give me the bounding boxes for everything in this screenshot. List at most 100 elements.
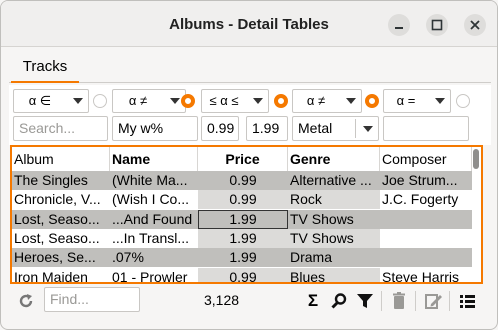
name-filter-input[interactable]: My w% [112,116,198,141]
menu-button[interactable] [456,290,478,312]
combo-divider [355,119,356,138]
price-filter-toggle[interactable] [274,94,288,108]
cell-album[interactable]: Lost, Seaso... [12,209,110,229]
cell-name[interactable]: (White Ma... [110,171,198,190]
cell-name[interactable]: 01 - Prowler [110,267,198,282]
cell-composer[interactable]: J.C. Fogerty [380,190,472,210]
cell-genre[interactable]: Drama [288,248,380,268]
cell-price[interactable]: 1.99 [198,228,288,248]
cell-price[interactable]: 1.99 [198,248,288,268]
cell-genre[interactable]: Rock [288,190,380,210]
genre-filter-combo[interactable]: Metal [292,116,379,141]
cell-genre[interactable]: TV Shows [288,209,380,229]
search-icon [331,293,347,309]
column-header-genre[interactable]: Genre [288,147,380,171]
name-operator-select[interactable]: α ≠ [112,89,186,113]
price-operator-select[interactable]: ≤ α ≤ [201,89,269,113]
album-operator-select[interactable]: α ∈ [13,89,89,113]
edit-icon [425,294,442,309]
chevron-down-icon [170,98,180,104]
list-menu-icon [460,295,475,308]
filter-bar: α ∈ α ≠ ≤ α ≤ α ≠ α = Search... My w% 0.… [9,85,491,145]
table-row[interactable]: The Singles (White Ma... 0.99 Alternative .… [12,171,472,190]
cell-price[interactable]: 0.99 [198,190,288,210]
composer-operator-select[interactable]: α = [383,89,451,113]
price-min-input[interactable]: 0.99 [201,116,239,141]
sum-button[interactable]: Σ [302,290,324,312]
find-input[interactable]: Find... [44,287,140,312]
cell-name[interactable]: ...In Transl... [110,228,198,248]
cell-composer[interactable]: Steve Harris [380,267,472,282]
chevron-down-icon [363,126,373,132]
column-header-name[interactable]: Name [110,147,198,171]
window-title: Albums - Detail Tables [169,16,329,33]
cell-name[interactable]: ...And Found [110,209,198,229]
maximize-button[interactable] [426,14,448,36]
cell-composer[interactable]: Joe Strum... [380,171,472,190]
toolbar-separator [381,291,382,311]
table-row[interactable]: Lost, Seaso... ...In Transl... 1.99 TV Show… [12,228,472,248]
tab-bar: Tracks [9,53,491,83]
name-filter-toggle[interactable] [181,94,195,108]
genre-operator-select[interactable]: α ≠ [292,89,362,113]
maximize-icon [431,19,443,31]
cell-price[interactable]: 0.99 [198,171,288,190]
album-filter-input[interactable]: Search... [13,116,108,141]
column-header-album[interactable]: Album [12,147,110,171]
close-button[interactable] [464,14,486,36]
cell-album[interactable]: Iron Maiden [12,267,110,282]
cell-album[interactable]: The Singles [12,171,110,190]
table-row[interactable]: Lost, Seaso... ...And Found 1.99 TV Shows [12,209,472,229]
table-row[interactable]: Heroes, Se... .07% 1.99 Drama [12,248,472,268]
cell-genre[interactable]: Alternative ... [288,171,380,190]
operator-label: ≤ α ≤ [209,93,239,108]
composer-filter-toggle[interactable] [456,94,470,108]
delete-button[interactable] [388,290,410,312]
column-header-price[interactable]: Price [198,147,288,171]
cell-album[interactable]: Lost, Seaso... [12,228,110,248]
title-bar: Albums - Detail Tables [1,1,497,47]
table-row[interactable]: Chronicle, V... (Wish I Co... 0.99 Rock J.C.… [12,190,472,210]
toolbar-separator [449,291,450,311]
price-max-input[interactable]: 1.99 [246,116,288,141]
column-header-composer[interactable]: Composer [380,147,472,171]
cell-price[interactable]: 0.99 [198,267,288,282]
operator-label: α ≠ [128,93,148,108]
chevron-down-icon [73,98,83,104]
composer-filter-input[interactable] [383,116,469,141]
album-filter-toggle[interactable] [93,94,107,108]
operator-label: α ≠ [306,93,326,108]
cell-genre[interactable]: Blues [288,267,380,282]
operator-label: α ∈ [28,93,52,108]
minimize-button[interactable] [388,14,410,36]
cell-name[interactable]: (Wish I Co... [110,190,198,210]
edit-button[interactable] [422,290,444,312]
chevron-down-icon [435,98,445,104]
app-window: Albums - Detail Tables Tracks α ∈ α ≠ ≤ … [0,0,498,330]
search-button[interactable] [328,290,350,312]
table-row[interactable]: Iron Maiden 01 - Prowler 0.99 Blues Steve Ha… [12,267,472,282]
close-icon [470,20,480,30]
filter-button[interactable] [354,290,376,312]
tab-tracks[interactable]: Tracks [11,53,79,83]
genre-filter-toggle[interactable] [365,94,379,108]
cell-album[interactable]: Heroes, Se... [12,248,110,268]
vertical-scrollbar[interactable] [473,149,479,169]
chevron-down-icon [346,98,356,104]
cell-genre[interactable]: TV Shows [288,228,380,248]
refresh-button[interactable] [15,290,37,312]
cell-composer[interactable] [380,248,472,268]
table-header: Album Name Price Genre Composer [12,147,481,171]
cell-album[interactable]: Chronicle, V... [12,190,110,210]
filter-icon [357,294,373,308]
cell-price[interactable]: 1.99 [198,209,288,229]
cell-composer[interactable] [380,228,472,248]
cell-composer[interactable] [380,209,472,229]
minimize-icon [395,27,403,29]
operator-label: α = [396,93,416,108]
cell-name[interactable]: .07% [110,248,198,268]
record-count: 3,128 [204,292,240,308]
tracks-table[interactable]: Album Name Price Genre Composer The Sing… [10,145,483,284]
sum-icon: Σ [307,291,319,310]
bottom-toolbar: Find... 3,128 Σ [1,285,497,321]
